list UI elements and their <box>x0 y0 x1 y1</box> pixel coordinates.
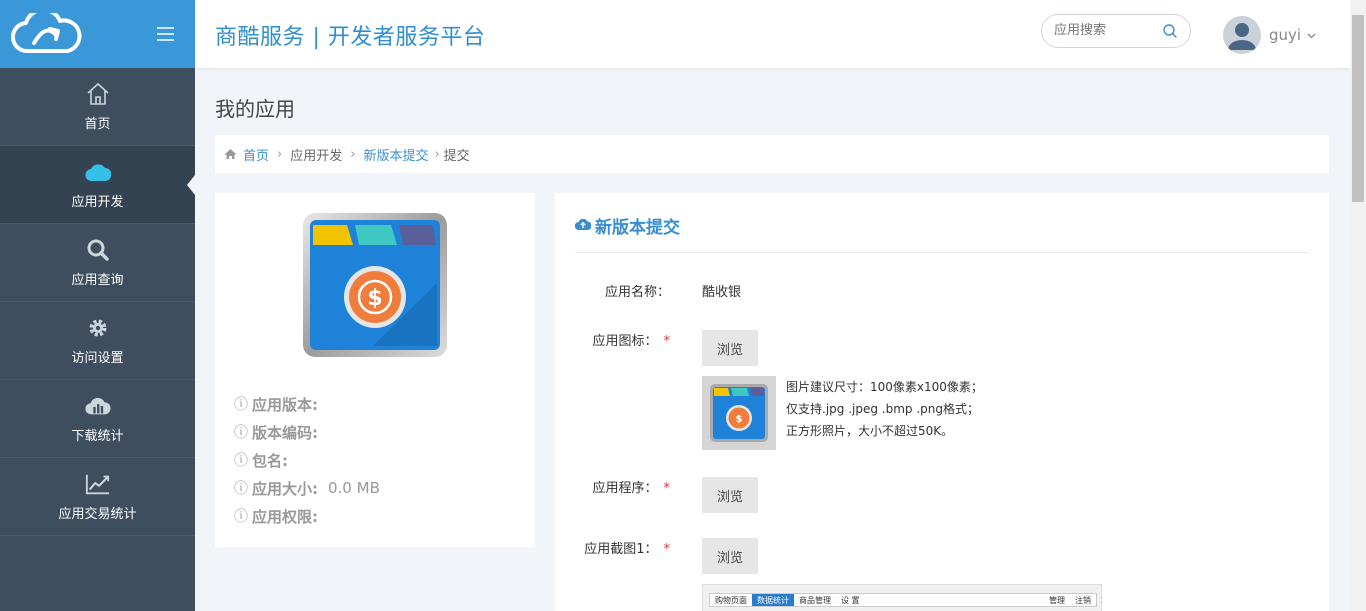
info-version-code: ⓘ 版本编码: <box>234 423 318 442</box>
breadcrumb-separator: › <box>277 146 283 162</box>
cloud-upload-icon <box>575 218 591 231</box>
sidebar-item-label: 首页 <box>84 117 111 132</box>
platform-title: 商酷服务 | 开发者服务平台 <box>215 25 486 50</box>
chevron-down-icon[interactable] <box>1307 31 1316 40</box>
home-icon <box>85 81 111 107</box>
new-version-form-panel: 新版本提交 应用名称： 酷收银 应用图标： * 浏览 $ 图片建议尺寸：100像素… <box>555 193 1329 611</box>
screenshot-tab: 商品管理 <box>799 595 831 605</box>
panel-header: 新版本提交 <box>575 213 1309 253</box>
browse-icon-button[interactable]: 浏览 <box>702 330 758 366</box>
app-name-label: 应用名称： <box>604 285 670 300</box>
breadcrumb-separator: › <box>434 146 440 162</box>
screenshot-toolbar: 购物页面 数据统计 商品管理 设 置 管理 注销 <box>709 593 1097 607</box>
screenshot-tab: 管理 <box>1049 595 1065 605</box>
screenshot-tab: 购物页面 <box>715 595 747 605</box>
breadcrumb: 首页 › 应用开发 › 新版本提交 › 提交 <box>215 135 1329 173</box>
svg-text:$: $ <box>367 286 382 311</box>
info-size: ⓘ 应用大小: 0.0 MB <box>234 479 380 498</box>
cloud-icon <box>85 159 111 185</box>
sidebar-item-label: 应用开发 <box>71 195 124 210</box>
gear-icon <box>85 315 111 341</box>
page-title: 我的应用 <box>215 97 295 121</box>
sidebar-item-app-dev[interactable]: 应用开发 <box>0 146 195 224</box>
app-program-label: 应用程序： * <box>592 481 670 496</box>
top-header: 商酷服务 | 开发者服务平台 guyi <box>195 0 1350 68</box>
search-icon[interactable] <box>1162 23 1178 39</box>
breadcrumb-current: 提交 <box>443 148 470 164</box>
breadcrumb-new-version[interactable]: 新版本提交 <box>363 145 428 164</box>
breadcrumb-app-dev[interactable]: 应用开发 <box>290 145 342 164</box>
sidebar-item-home[interactable]: 首页 <box>0 68 195 146</box>
logo-bar <box>0 0 195 68</box>
screenshot-preview: 购物页面 数据统计 商品管理 设 置 管理 注销 <box>702 584 1102 611</box>
screenshot-tab: 数据统计 <box>752 594 794 606</box>
sidebar-item-label: 访问设置 <box>71 351 124 366</box>
app-info-panel: $ ⓘ 应用版本: ⓘ 版本编码: ⓘ 包名: ⓘ 应用大小: 0.0 MB ⓘ 应用权限: <box>215 193 535 547</box>
icon-preview: $ <box>702 376 776 450</box>
sidebar-item-download-stats[interactable]: 下载统计 <box>0 380 195 458</box>
info-icon: ⓘ <box>234 509 248 525</box>
line-chart-icon <box>85 471 111 497</box>
svg-text:$: $ <box>736 414 743 425</box>
sidebar: 首页 应用开发 应用查询 访问设置 下载统计 应用交易统计 <box>0 0 195 611</box>
search-input[interactable] <box>1054 23 1154 38</box>
icon-hint: 图片建议尺寸：100像素x100像素； 仅支持.jpg .jpeg .bmp .… <box>786 380 983 438</box>
sidebar-item-label: 下载统计 <box>71 429 124 444</box>
app-info-list: ⓘ 应用版本: ⓘ 版本编码: ⓘ 包名: ⓘ 应用大小: 0.0 MB ⓘ 应用权限: <box>234 390 380 530</box>
info-version: ⓘ 应用版本: <box>234 395 318 414</box>
sidebar-item-app-query[interactable]: 应用查询 <box>0 224 195 302</box>
home-icon <box>224 149 237 159</box>
info-icon: ⓘ <box>234 397 248 413</box>
avatar[interactable] <box>1223 16 1261 54</box>
cloud-logo-icon[interactable] <box>10 13 82 55</box>
info-size-value: 0.0 MB <box>328 479 380 497</box>
sidebar-item-access-settings[interactable]: 访问设置 <box>0 302 195 380</box>
sidebar-item-label: 应用查询 <box>71 273 124 288</box>
username[interactable]: guyi <box>1269 26 1301 44</box>
screenshot-tab: 注销 <box>1075 595 1091 605</box>
breadcrumb-home[interactable]: 首页 <box>243 145 269 164</box>
app-icon-label: 应用图标： * <box>592 334 670 349</box>
cloud-chart-icon <box>84 393 111 419</box>
screenshot-tab: 设 置 <box>841 595 860 605</box>
app-icon: $ <box>303 213 447 357</box>
info-icon: ⓘ <box>234 453 248 469</box>
sidebar-item-trade-stats[interactable]: 应用交易统计 <box>0 458 195 536</box>
app-name-value: 酷收银 <box>702 285 742 300</box>
breadcrumb-separator: › <box>350 146 356 162</box>
info-icon: ⓘ <box>234 481 248 497</box>
info-permissions: ⓘ 应用权限: <box>234 507 318 526</box>
info-package: ⓘ 包名: <box>234 451 288 470</box>
scrollbar[interactable] <box>1350 0 1366 611</box>
sidebar-item-label: 应用交易统计 <box>58 507 137 522</box>
browse-screenshot-button[interactable]: 浏览 <box>702 538 758 574</box>
form-title: 新版本提交 <box>595 218 680 238</box>
browse-program-button[interactable]: 浏览 <box>702 477 758 513</box>
app-icon: $ <box>710 384 768 442</box>
scrollbar-thumb[interactable] <box>1352 15 1364 202</box>
menu-toggle-icon[interactable] <box>157 27 174 41</box>
search-box[interactable] <box>1041 14 1191 48</box>
app-screenshot-label: 应用截图1： * <box>584 542 670 557</box>
info-icon: ⓘ <box>234 425 248 441</box>
user-menu[interactable]: guyi <box>1223 15 1316 55</box>
search-icon <box>85 237 111 263</box>
